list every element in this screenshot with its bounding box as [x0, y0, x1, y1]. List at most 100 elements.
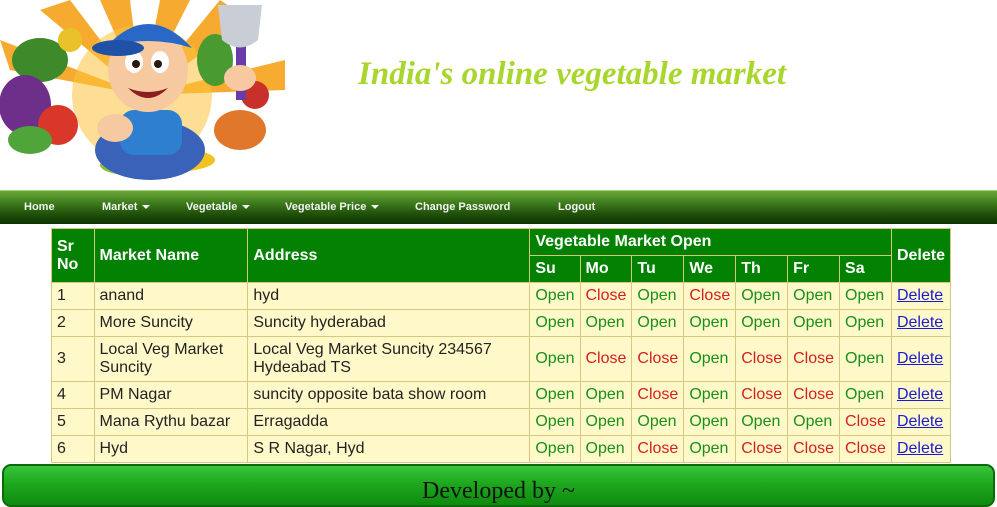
nav-change-password-label: Change Password: [415, 201, 511, 213]
cell-sr: 3: [51, 336, 95, 382]
cell-address: Suncity hyderabad: [247, 309, 531, 337]
nav-vegetable-price[interactable]: Vegetable Price: [285, 201, 380, 213]
day-status: Open: [845, 350, 885, 367]
site-tagline: India's online vegetable market: [358, 56, 787, 92]
day-status: Open: [793, 314, 833, 331]
table-row: 2 More Suncity Suncity hyderabad Open Op…: [51, 309, 952, 337]
cell-day-status: Close: [787, 381, 841, 409]
vegetable-farmer-logo: [0, 0, 285, 180]
cell-day-status: Close: [579, 336, 633, 382]
nav-vegetable-label: Vegetable: [186, 201, 238, 213]
delete-link[interactable]: Delete: [897, 440, 943, 457]
cell-day-status: Open: [839, 381, 892, 409]
cell-day-status: Open: [735, 309, 789, 337]
main-nav: Home Market Vegetable Vegetable Price Ch…: [0, 190, 997, 224]
delete-link[interactable]: Delete: [897, 413, 943, 430]
day-status: Open: [535, 287, 575, 304]
day-status: Open: [535, 440, 575, 457]
day-status: Close: [637, 350, 679, 367]
day-status: Open: [793, 413, 833, 430]
delete-link[interactable]: Delete: [897, 287, 943, 304]
day-status: Open: [535, 314, 575, 331]
day-status: Close: [741, 386, 783, 403]
cell-day-status: Open: [839, 336, 892, 382]
chevron-down-icon: [242, 205, 251, 210]
nav-logout[interactable]: Logout: [558, 201, 595, 213]
day-status: Open: [741, 413, 781, 430]
cell-market-name: anand: [93, 282, 249, 310]
table-row: 3 Local Veg Market Suncity Local Veg Mar…: [51, 336, 952, 382]
day-status: Open: [793, 287, 833, 304]
day-status: Open: [585, 440, 625, 457]
cell-day-status: Close: [735, 435, 789, 463]
cell-day-status: Close: [839, 435, 892, 463]
nav-logout-label: Logout: [558, 201, 596, 213]
cell-day-status: Open: [839, 282, 892, 310]
cell-sr: 4: [51, 381, 95, 409]
day-status: Close: [689, 287, 731, 304]
cell-market-name: Local Veg Market Suncity: [93, 336, 249, 382]
day-status: Open: [845, 287, 885, 304]
cell-day-status: Open: [631, 309, 685, 337]
day-status: Close: [845, 440, 886, 457]
delete-link[interactable]: Delete: [897, 314, 943, 331]
header-day-sa: Sa: [839, 255, 892, 283]
cell-address: S R Nagar, Hyd: [247, 435, 531, 463]
nav-vegetable[interactable]: Vegetable: [186, 201, 251, 213]
nav-market[interactable]: Market: [102, 201, 151, 213]
cell-day-status: Close: [631, 435, 685, 463]
header-day-we: We: [683, 255, 737, 283]
table-header-row: Sr No Market Name Address Vegetable Mark…: [51, 228, 952, 283]
day-status: Close: [793, 386, 835, 403]
site-header: India's online vegetable market: [0, 0, 997, 190]
cell-day-status: Open: [579, 435, 633, 463]
cell-sr: 1: [51, 282, 95, 310]
day-status: Open: [637, 314, 677, 331]
cell-day-status: Open: [529, 408, 581, 436]
header-sr-no-line2: No: [57, 255, 79, 273]
day-status: Open: [585, 386, 625, 403]
nav-change-password[interactable]: Change Password: [415, 201, 510, 213]
header-day-mo: Mo: [579, 255, 633, 283]
day-status: Open: [689, 440, 729, 457]
day-status: Open: [741, 314, 781, 331]
cell-day-status: Close: [735, 336, 789, 382]
header-day-tu: Tu: [631, 255, 685, 283]
cell-day-status: Close: [787, 336, 841, 382]
markets-table: Sr No Market Name Address Vegetable Mark…: [51, 228, 952, 463]
cell-address: Erragadda: [247, 408, 531, 436]
cell-day-status: Close: [579, 282, 633, 310]
day-status: Open: [585, 413, 625, 430]
cell-delete: Delete: [890, 282, 952, 310]
day-status: Open: [845, 314, 885, 331]
cell-market-name: More Suncity: [93, 309, 249, 337]
day-status: Open: [637, 287, 677, 304]
day-status: Close: [585, 287, 627, 304]
header-sr-no: Sr No: [51, 228, 95, 283]
cell-day-status: Open: [529, 336, 581, 382]
nav-home[interactable]: Home: [24, 201, 55, 213]
delete-link[interactable]: Delete: [897, 386, 943, 403]
cell-market-name: Hyd: [93, 435, 249, 463]
day-status: Open: [637, 413, 677, 430]
cell-day-status: Open: [579, 408, 633, 436]
cell-day-status: Open: [529, 435, 581, 463]
cell-day-status: Open: [683, 408, 737, 436]
cell-delete: Delete: [890, 408, 952, 436]
cell-day-status: Open: [683, 435, 737, 463]
cell-sr: 6: [51, 435, 95, 463]
cell-address: suncity opposite bata show room: [247, 381, 531, 409]
cell-address: hyd: [247, 282, 531, 310]
cell-day-status: Open: [631, 408, 685, 436]
delete-link[interactable]: Delete: [897, 350, 943, 367]
cell-day-status: Open: [735, 408, 789, 436]
day-status: Close: [845, 413, 886, 430]
cell-market-name: Mana Rythu bazar: [93, 408, 249, 436]
header-address: Address: [247, 228, 531, 283]
cell-day-status: Close: [683, 282, 737, 310]
cell-day-status: Close: [631, 336, 685, 382]
cell-delete: Delete: [890, 435, 952, 463]
day-status: Close: [585, 350, 627, 367]
site-footer: Developed by ~: [2, 464, 995, 507]
cell-sr: 5: [51, 408, 95, 436]
